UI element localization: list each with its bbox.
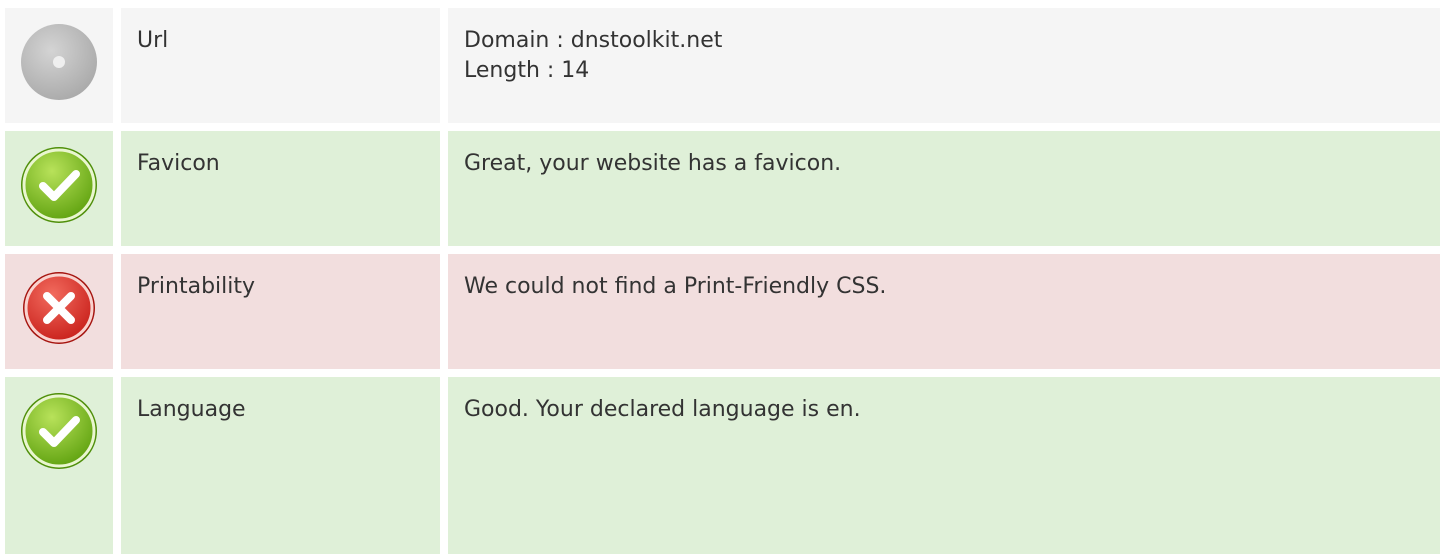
- status-cell: [5, 131, 113, 246]
- neutral-circle-icon: [19, 22, 99, 102]
- status-cell: [5, 377, 113, 554]
- check-row-language: Language Good. Your declared language is…: [5, 377, 1440, 554]
- status-cell: [5, 8, 113, 123]
- check-row-printability: Printability We could not find a Print-F…: [5, 254, 1440, 369]
- check-row-url: Url Domain : dnstoolkit.net Length : 14: [5, 8, 1440, 123]
- check-value: Domain : dnstoolkit.net Length : 14: [448, 8, 1440, 123]
- check-value: Good. Your declared language is en.: [448, 377, 1440, 554]
- check-icon: [19, 391, 99, 471]
- printability-result-text: We could not find a Print-Friendly CSS.: [464, 274, 887, 299]
- check-label: Printability: [121, 254, 440, 369]
- favicon-result-text: Great, your website has a favicon.: [464, 151, 842, 176]
- check-icon: [19, 145, 99, 225]
- cross-icon: [19, 268, 99, 348]
- length-text: Length : 14: [464, 58, 590, 83]
- check-label: Url: [121, 8, 440, 123]
- check-label: Language: [121, 377, 440, 554]
- check-value: Great, your website has a favicon.: [448, 131, 1440, 246]
- check-row-favicon: Favicon Great, your website has a favico…: [5, 131, 1440, 246]
- check-value: We could not find a Print-Friendly CSS.: [448, 254, 1440, 369]
- check-label: Favicon: [121, 131, 440, 246]
- language-result-text: Good. Your declared language is en.: [464, 397, 861, 422]
- domain-text: Domain : dnstoolkit.net: [464, 28, 723, 53]
- status-cell: [5, 254, 113, 369]
- seo-check-table: Url Domain : dnstoolkit.net Length : 14: [5, 8, 1440, 554]
